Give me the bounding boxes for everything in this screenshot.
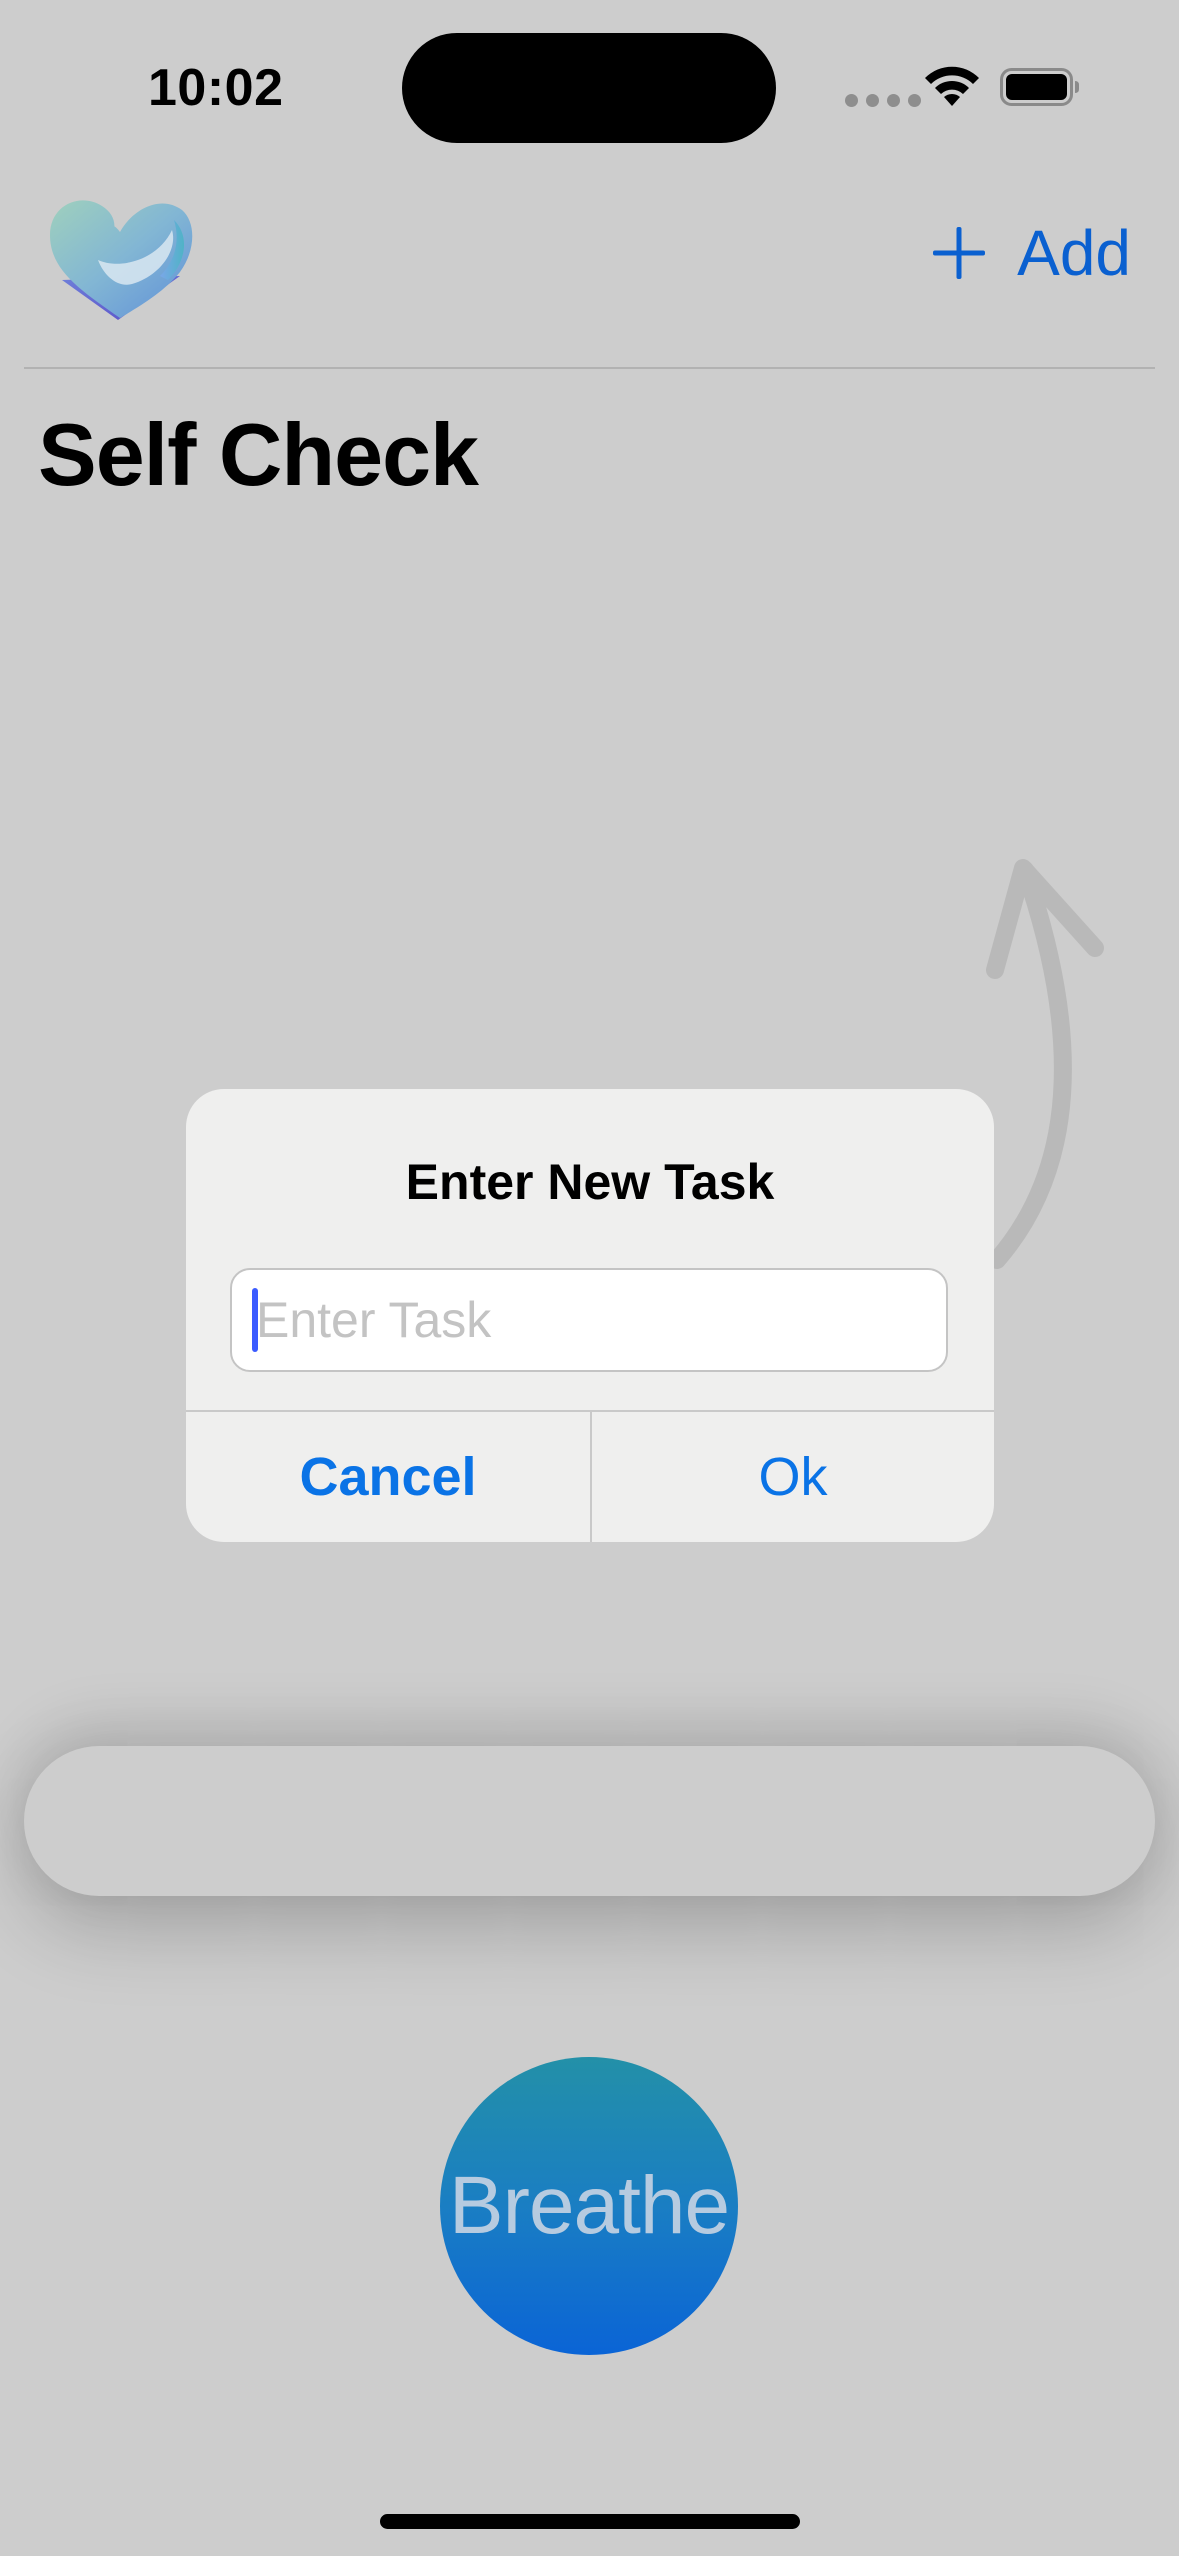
page-title: Self Check bbox=[38, 405, 479, 504]
plus-icon bbox=[933, 227, 986, 279]
dynamic-island bbox=[402, 33, 776, 143]
cellular-signal-icon bbox=[845, 94, 921, 107]
heart-logo-icon bbox=[50, 200, 193, 320]
add-button[interactable]: Add bbox=[931, 216, 1131, 290]
text-cursor bbox=[252, 1288, 258, 1352]
wifi-icon bbox=[925, 66, 979, 106]
battery-icon bbox=[1000, 68, 1079, 106]
add-label: Add bbox=[1017, 217, 1131, 289]
bottom-card bbox=[24, 1746, 1155, 1896]
breathe-label: Breathe bbox=[448, 2160, 730, 2251]
screen: 10:02 Add Self Check Enter New Task Ente… bbox=[0, 0, 1179, 2556]
header-divider bbox=[24, 367, 1155, 369]
status-time: 10:02 bbox=[148, 59, 284, 117]
home-indicator[interactable] bbox=[380, 2514, 800, 2529]
cancel-button[interactable]: Cancel bbox=[186, 1412, 590, 1542]
breathe-button[interactable]: Breathe bbox=[440, 2057, 738, 2355]
task-input[interactable] bbox=[230, 1268, 948, 1372]
new-task-alert: Enter New Task Cancel Ok bbox=[186, 1089, 994, 1542]
ok-button[interactable]: Ok bbox=[592, 1412, 994, 1542]
alert-title: Enter New Task bbox=[405, 1154, 775, 1210]
